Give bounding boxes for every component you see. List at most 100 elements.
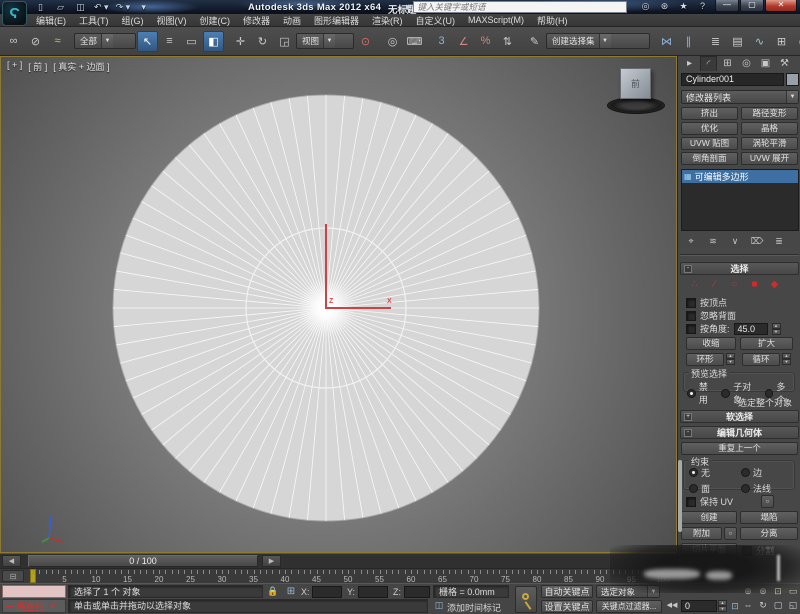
- orbit-button[interactable]: ↻: [756, 599, 770, 612]
- modifier-button-5[interactable]: 涡轮平滑: [741, 137, 798, 150]
- reference-coordinate-dropdown[interactable]: 视图▼: [296, 33, 354, 49]
- remove-modifier-button[interactable]: ⌦: [749, 235, 765, 248]
- align-button[interactable]: ∥: [678, 31, 699, 52]
- y-coordinate-field[interactable]: [358, 586, 388, 598]
- edge-subobject-button[interactable]: ∕: [707, 278, 722, 292]
- maximize-viewport-toggle[interactable]: ◱: [786, 599, 800, 612]
- window-crossing-toggle[interactable]: ◧: [203, 31, 224, 52]
- detach-button[interactable]: 分离: [740, 527, 798, 540]
- percent-snap-toggle[interactable]: %: [475, 31, 496, 52]
- panel-scrollbar-thumb[interactable]: [678, 460, 682, 532]
- constraint-option-2[interactable]: 面: [689, 482, 739, 495]
- modifier-list-dropdown[interactable]: 修改器列表 ▼: [681, 90, 799, 104]
- save-file-button[interactable]: ◫: [74, 1, 87, 13]
- x-coordinate-field[interactable]: [312, 586, 342, 598]
- viewcube-front-face[interactable]: 前: [620, 68, 651, 99]
- select-and-link-button[interactable]: ∞: [3, 31, 24, 52]
- redo-button[interactable]: ↷ ▾: [116, 1, 131, 13]
- object-name-field[interactable]: Cylinder001: [681, 73, 784, 86]
- time-slider-handle[interactable]: 0 / 100: [28, 555, 258, 567]
- select-and-move-button[interactable]: ✛: [230, 31, 251, 52]
- manage-layers-button[interactable]: ≣: [705, 31, 726, 52]
- menu-item-6[interactable]: 动画: [283, 14, 301, 27]
- frame-spinner[interactable]: ▲▼: [718, 600, 727, 612]
- select-and-manipulate-button[interactable]: ◎: [382, 31, 403, 52]
- use-pivot-point-center-button[interactable]: ⊙: [355, 31, 376, 52]
- maximize-button[interactable]: ▢: [740, 0, 764, 12]
- select-and-rotate-button[interactable]: ↻: [252, 31, 273, 52]
- preserve-uv-checkbox[interactable]: [686, 497, 696, 507]
- constraint-radio-3[interactable]: [741, 484, 750, 493]
- zoom-extents-button[interactable]: ⊡: [771, 585, 785, 598]
- menu-item-1[interactable]: 工具(T): [79, 14, 109, 27]
- menu-item-10[interactable]: MAXScript(M): [468, 15, 524, 25]
- constraint-option-3[interactable]: 法线: [741, 482, 791, 495]
- border-subobject-button[interactable]: ○: [727, 278, 742, 292]
- modifier-button-6[interactable]: 倒角剖面: [681, 152, 738, 165]
- constraint-radio-1[interactable]: [741, 468, 750, 477]
- viewcube[interactable]: 前: [606, 63, 668, 117]
- edit-named-selection-sets-button[interactable]: ✎: [524, 31, 545, 52]
- time-configuration-button[interactable]: ⊡: [729, 601, 741, 612]
- loop-spinner[interactable]: ▲▼: [782, 353, 791, 365]
- constraint-option-0[interactable]: 无: [689, 466, 739, 479]
- selection-filter-dropdown[interactable]: 全部▼: [74, 33, 136, 49]
- configure-modifier-sets-button[interactable]: ≣: [771, 235, 787, 248]
- unlink-selection-button[interactable]: ⊘: [25, 31, 46, 52]
- tab-motion[interactable]: ◎: [738, 56, 755, 71]
- expand-icon[interactable]: +: [684, 413, 692, 421]
- pan-view-button[interactable]: ⇔: [741, 599, 755, 612]
- macro-recorder-pane[interactable]: [2, 585, 66, 598]
- curve-editor-button[interactable]: ∿: [749, 31, 770, 52]
- add-time-tag-button[interactable]: 添加时间标记: [447, 601, 501, 614]
- mini-curve-editor-button[interactable]: ⊟: [2, 570, 24, 582]
- material-editor-button[interactable]: ◉: [793, 31, 800, 52]
- z-coordinate-field[interactable]: [404, 586, 430, 598]
- by-vertex-checkbox[interactable]: [686, 298, 696, 308]
- angle-value-field[interactable]: 45.0: [734, 323, 768, 335]
- modifier-button-0[interactable]: 挤出: [681, 107, 738, 120]
- bind-to-space-warp-button[interactable]: ≈: [47, 31, 68, 52]
- repeat-last-button[interactable]: 重复上一个: [681, 442, 798, 455]
- snaps-toggle-3d[interactable]: 3: [431, 31, 452, 52]
- modifier-button-4[interactable]: UVW 贴图: [681, 137, 738, 150]
- create-button[interactable]: 创建: [681, 511, 737, 524]
- open-file-button[interactable]: ▱: [54, 1, 67, 13]
- graphite-ribbon-toggle[interactable]: ▤: [727, 31, 748, 52]
- undo-button[interactable]: ↶ ▾: [94, 1, 109, 13]
- auto-key-button[interactable]: 自动关键点: [541, 585, 593, 598]
- maxscript-listener-pane[interactable]: — 所在行: <: [2, 599, 66, 613]
- angle-snap-toggle[interactable]: ∠: [453, 31, 474, 52]
- menu-item-0[interactable]: 编辑(E): [36, 14, 66, 27]
- tab-create[interactable]: ▸: [681, 56, 698, 71]
- help-icon[interactable]: ?: [697, 1, 708, 12]
- preview-selection-radio-1[interactable]: [721, 389, 730, 398]
- schematic-view-button[interactable]: ⊞: [771, 31, 792, 52]
- split-checkbox[interactable]: [742, 546, 752, 556]
- ring-spinner[interactable]: ▲▼: [726, 353, 735, 365]
- loop-button[interactable]: 循环: [742, 353, 780, 366]
- menu-item-11[interactable]: 帮助(H): [537, 14, 568, 27]
- stack-item[interactable]: ▦可编辑多边形: [682, 170, 798, 183]
- preview-selection-radio-0[interactable]: [687, 389, 696, 398]
- spinner-snap-toggle[interactable]: ⇅: [497, 31, 518, 52]
- constraint-radio-2[interactable]: [689, 484, 698, 493]
- current-frame-field[interactable]: 0: [681, 600, 717, 612]
- search-expand-icon[interactable]: ▶: [406, 3, 411, 11]
- shrink-button[interactable]: 收缩: [686, 337, 736, 350]
- modifier-stack-list[interactable]: ▦可编辑多边形: [681, 169, 799, 231]
- zoom-all-button[interactable]: ⊛: [756, 585, 770, 598]
- angle-spinner[interactable]: ▲▼: [772, 323, 781, 335]
- tab-hierarchy[interactable]: ⊞: [719, 56, 736, 71]
- collapse-icon[interactable]: -: [684, 265, 692, 273]
- menu-item-8[interactable]: 渲染(R): [372, 14, 403, 27]
- key-filters-button[interactable]: 关键点过滤器...: [596, 600, 662, 613]
- go-to-start-button[interactable]: ◀◀: [665, 601, 679, 609]
- by-angle-checkbox[interactable]: [686, 324, 696, 334]
- track-bar[interactable]: ⊟ 51015202530354045505560657075808590951…: [0, 568, 677, 583]
- grow-button[interactable]: 扩大: [740, 337, 793, 350]
- rollout-selection-header[interactable]: - 选择: [680, 262, 799, 275]
- search-icon[interactable]: ◎: [640, 1, 651, 12]
- attach-list-button[interactable]: ▫: [724, 527, 737, 540]
- element-subobject-button[interactable]: ◆: [767, 278, 782, 292]
